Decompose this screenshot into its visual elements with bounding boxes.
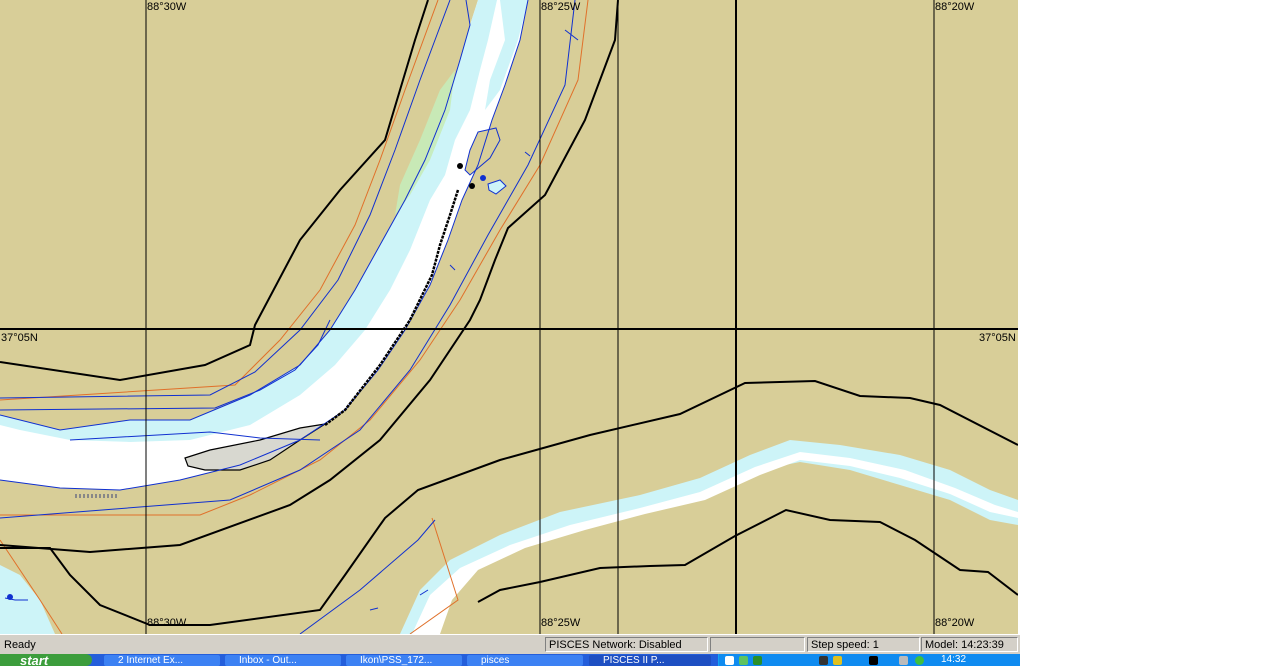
tray-icon-7[interactable] <box>899 656 908 665</box>
nav-mark-3[interactable] <box>480 175 486 181</box>
tray-icon-4[interactable] <box>819 656 828 665</box>
chart-map-view[interactable]: 88°30W 88°25W 88°20W 88°30W 88°25W 88°20… <box>0 0 1018 634</box>
nav-mark-4[interactable] <box>7 594 13 600</box>
start-button[interactable]: start <box>0 654 92 666</box>
nav-mark-1[interactable] <box>457 163 463 169</box>
task-button-pisces[interactable]: pisces <box>467 655 583 666</box>
task-button-internet-explorer[interactable]: 2 Internet Ex... <box>104 655 220 666</box>
task-label: PISCES II P... <box>603 655 665 666</box>
status-blank <box>710 637 805 652</box>
lat-label-right: 37°05N <box>979 332 1016 344</box>
nautical-chart[interactable] <box>0 0 1018 634</box>
status-network: PISCES Network: Disabled <box>545 637 708 652</box>
lon-label-west-top: 88°30W <box>147 1 187 13</box>
lon-label-mid-bottom: 88°25W <box>541 617 581 629</box>
tray-icon-6[interactable] <box>869 656 878 665</box>
tray-icon-1[interactable] <box>725 656 734 665</box>
system-tray: 14:32 <box>718 654 1020 666</box>
task-button-folder[interactable]: Ikon\PSS_172... <box>346 655 462 666</box>
task-label: Inbox - Out... <box>239 655 297 666</box>
tray-icon-3[interactable] <box>753 656 762 665</box>
lon-label-east-bottom: 88°20W <box>935 617 975 629</box>
start-label: start <box>20 654 49 666</box>
lon-label-mid-top: 88°25W <box>541 1 581 13</box>
status-step-speed: Step speed: 1 <box>807 637 920 652</box>
tray-icon-5[interactable] <box>833 656 842 665</box>
task-label: Ikon\PSS_172... <box>360 655 433 666</box>
task-button-pisces-ii[interactable]: PISCES II P... <box>589 655 711 666</box>
nav-mark-2[interactable] <box>469 183 475 189</box>
lon-label-west-bottom: 88°30W <box>147 617 187 629</box>
lat-label-left: 37°05N <box>1 332 38 344</box>
tray-clock: 14:32 <box>941 654 967 665</box>
status-ready: Ready <box>4 639 36 651</box>
tray-icon-2[interactable] <box>739 656 748 665</box>
task-label: 2 Internet Ex... <box>118 655 184 666</box>
task-button-inbox[interactable]: Inbox - Out... <box>225 655 341 666</box>
status-model-time: Model: 14:23:39 <box>921 637 1018 652</box>
lon-label-east-top: 88°20W <box>935 1 975 13</box>
task-label: pisces <box>481 655 510 666</box>
tray-icon-8[interactable] <box>915 656 924 665</box>
status-bar: Ready PISCES Network: Disabled Step spee… <box>0 634 1020 655</box>
windows-taskbar: start 2 Internet Ex... Inbox - Out... Ik… <box>0 654 1020 666</box>
